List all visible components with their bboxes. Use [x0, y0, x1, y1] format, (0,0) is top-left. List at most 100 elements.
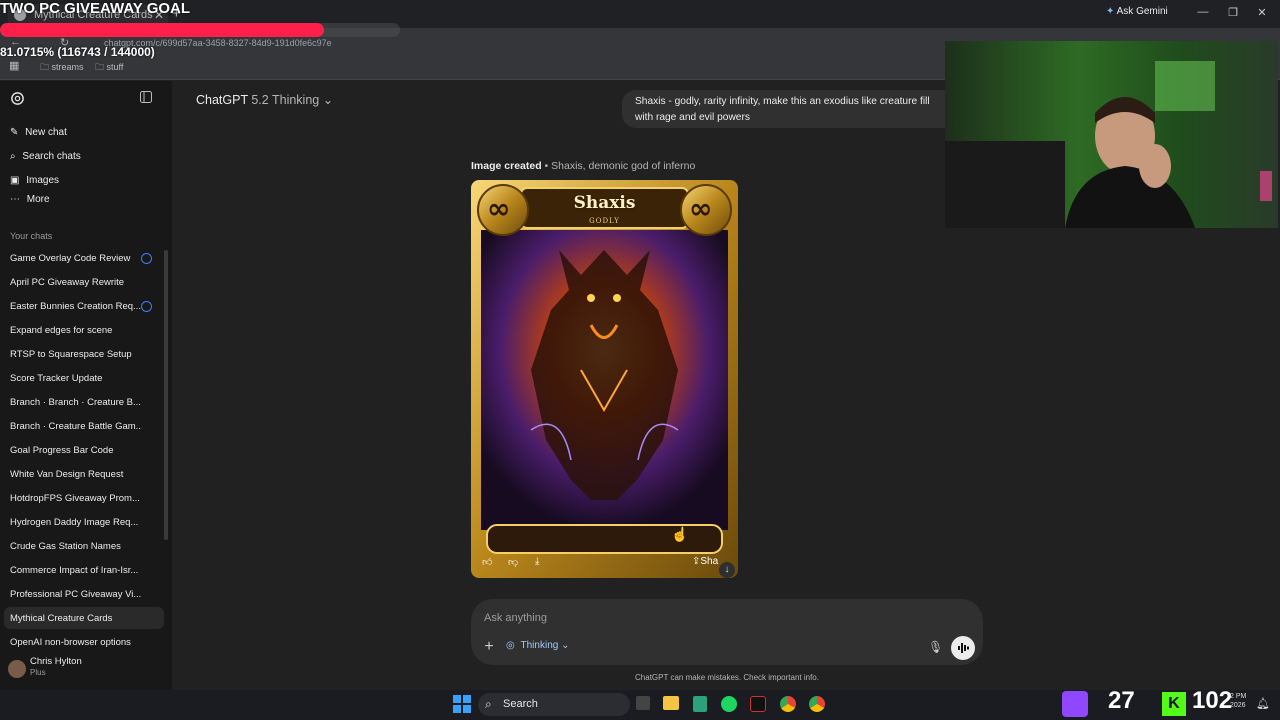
- scroll-down-icon[interactable]: ↓: [719, 562, 735, 578]
- chat-item[interactable]: HotdropFPS Giveaway Prom...: [10, 493, 142, 504]
- system-clock[interactable]: 2 PM 2026: [1230, 692, 1246, 710]
- download-icon[interactable]: ⤓: [535, 556, 539, 567]
- bookmark-stuff[interactable]: 🗀 stuff: [95, 60, 123, 76]
- chat-item[interactable]: Expand edges for scene: [10, 325, 142, 336]
- search-icon: ⌕: [485, 697, 492, 711]
- chat-item[interactable]: Branch · Creature Battle Gam...: [10, 421, 142, 432]
- user-plan: Plus: [30, 668, 46, 677]
- chevron-down-icon: ⌄: [322, 93, 334, 107]
- images-button[interactable]: ▣ Images: [10, 175, 59, 186]
- thinking-mode-button[interactable]: ◎ Thinking ⌄: [506, 640, 570, 651]
- chat-item[interactable]: Easter Bunnies Creation Req...: [10, 301, 142, 312]
- kick-icon[interactable]: K: [1162, 692, 1186, 716]
- model-version: 5.2 Thinking: [251, 93, 320, 107]
- microphone-icon[interactable]: 🎙︎: [928, 640, 943, 654]
- loading-spinner-icon: [141, 253, 152, 264]
- image-caption: Image created • Shaxis, demonic god of i…: [471, 160, 695, 172]
- chat-item[interactable]: Goal Progress Bar Code: [10, 445, 142, 456]
- ask-gemini-label: Ask Gemini: [1116, 6, 1168, 17]
- ask-gemini-button[interactable]: ✦ Ask Gemini: [1106, 6, 1168, 22]
- chat-item[interactable]: Hydrogen Daddy Image Req...: [10, 517, 142, 528]
- gemini-sparkle-icon: ✦: [1106, 6, 1115, 17]
- kick-viewer-count: 102: [1192, 687, 1233, 714]
- apps-grid-icon[interactable]: ▦: [9, 59, 19, 72]
- lightbulb-icon: ◎: [506, 640, 515, 651]
- edit-icon: ✎: [10, 127, 19, 138]
- generating-indicator-icon: [141, 301, 152, 312]
- chat-item[interactable]: OpenAI non-browser options: [10, 637, 142, 648]
- new-chat-label: New chat: [25, 127, 67, 138]
- search-chats-button[interactable]: ⌕ Search chats: [10, 151, 81, 162]
- openai-logo-icon[interactable]: [10, 91, 25, 109]
- chevron-down-icon: ⌄: [561, 640, 570, 651]
- composer: [471, 599, 983, 665]
- search-chats-label: Search chats: [22, 151, 81, 162]
- generated-card-image[interactable]: [471, 180, 738, 578]
- chat-item[interactable]: Score Tracker Update: [10, 373, 142, 384]
- user-message-line: with rage and evil powers: [635, 112, 750, 123]
- chat-item[interactable]: April PC Giveaway Rewrite: [10, 277, 142, 288]
- chrome-icon[interactable]: [780, 696, 796, 712]
- notification-bell-icon[interactable]: 🔔︎: [1256, 697, 1270, 710]
- chrome-active-icon[interactable]: [809, 696, 825, 712]
- goal-progress-fill: [0, 23, 325, 37]
- giveaway-goal-title: TWO PC GIVEAWAY GOAL: [0, 0, 191, 17]
- bookmark-streams[interactable]: 🗀 streams: [40, 60, 84, 76]
- clock-time: 2 PM: [1230, 693, 1247, 700]
- more-button[interactable]: ⋯ More: [10, 194, 50, 205]
- thinking-mode-label: Thinking: [520, 640, 559, 651]
- thumbs-up-icon[interactable]: 👍︎: [482, 556, 492, 568]
- taskbar-search[interactable]: [478, 693, 630, 716]
- chat-item[interactable]: White Van Design Request: [10, 469, 142, 480]
- thumbs-down-icon[interactable]: 👎︎: [508, 556, 518, 568]
- voice-mode-button[interactable]: [951, 636, 975, 660]
- your-chats-heading: Your chats: [10, 231, 53, 241]
- webcam-feed: [945, 41, 1278, 228]
- file-explorer-icon[interactable]: [663, 696, 679, 710]
- chat-item[interactable]: Professional PC Giveaway Vi...: [10, 589, 142, 600]
- new-chat-button[interactable]: ✎ New chat: [10, 127, 67, 138]
- sidebar-toggle-icon[interactable]: [140, 91, 152, 106]
- twitch-icon[interactable]: [1062, 691, 1088, 717]
- search-icon: ⌕: [10, 151, 16, 162]
- user-name[interactable]: Chris Hylton: [30, 656, 82, 667]
- bookmark-label: stuff: [106, 62, 124, 72]
- chat-item[interactable]: Commerce Impact of Iran-Isr...: [10, 565, 142, 576]
- goal-progress-bar: [0, 23, 400, 37]
- huion-icon[interactable]: [750, 696, 766, 712]
- chat-item[interactable]: Game Overlay Code Review: [10, 253, 142, 264]
- card-artwork: [471, 180, 738, 578]
- task-view-icon[interactable]: [636, 696, 650, 710]
- clock-date: 2026: [1230, 702, 1246, 709]
- window-close-icon[interactable]: ✕: [1252, 6, 1272, 19]
- image-icon: ▣: [10, 175, 20, 186]
- bookmark-label: streams: [51, 62, 84, 72]
- goal-progress-text: 81.0715% (116743 / 144000): [0, 45, 155, 59]
- card-name: Shaxis: [573, 193, 636, 213]
- images-label: Images: [26, 175, 60, 186]
- spotify-icon[interactable]: [721, 696, 737, 712]
- windows-start-icon[interactable]: [453, 695, 471, 718]
- model-selector[interactable]: ChatGPT 5.2 Thinking ⌄: [196, 92, 333, 107]
- taskbar-search-label: Search: [503, 698, 538, 710]
- chat-item[interactable]: RTSP to Squarespace Setup: [10, 349, 142, 360]
- share-label: Sha: [700, 556, 719, 567]
- image-created-label: Image created: [471, 160, 542, 172]
- chat-item[interactable]: Crude Gas Station Names: [10, 541, 142, 552]
- user-message-line: Shaxis - godly, rarity infinity, make th…: [635, 96, 930, 107]
- prompt-input[interactable]: [484, 610, 884, 626]
- folder-icon: 🗀: [40, 62, 50, 72]
- share-button[interactable]: ⇪Sha: [692, 556, 718, 567]
- webcam-overlay: [945, 41, 1278, 228]
- model-name: ChatGPT: [196, 93, 248, 107]
- waveform-icon: [958, 643, 969, 653]
- minimize-icon[interactable]: —: [1193, 6, 1213, 18]
- chat-item-active[interactable]: Mythical Creature Cards: [10, 613, 142, 624]
- avatar[interactable]: [8, 660, 26, 678]
- notepad-icon[interactable]: [693, 696, 707, 712]
- sidebar-scrollbar[interactable]: [164, 250, 168, 540]
- chat-item[interactable]: Branch · Branch · Creature B...: [10, 397, 142, 408]
- maximize-icon[interactable]: ❐: [1223, 6, 1243, 19]
- add-attachment-button[interactable]: +: [480, 638, 498, 656]
- mouse-cursor-icon: ☝: [671, 526, 689, 542]
